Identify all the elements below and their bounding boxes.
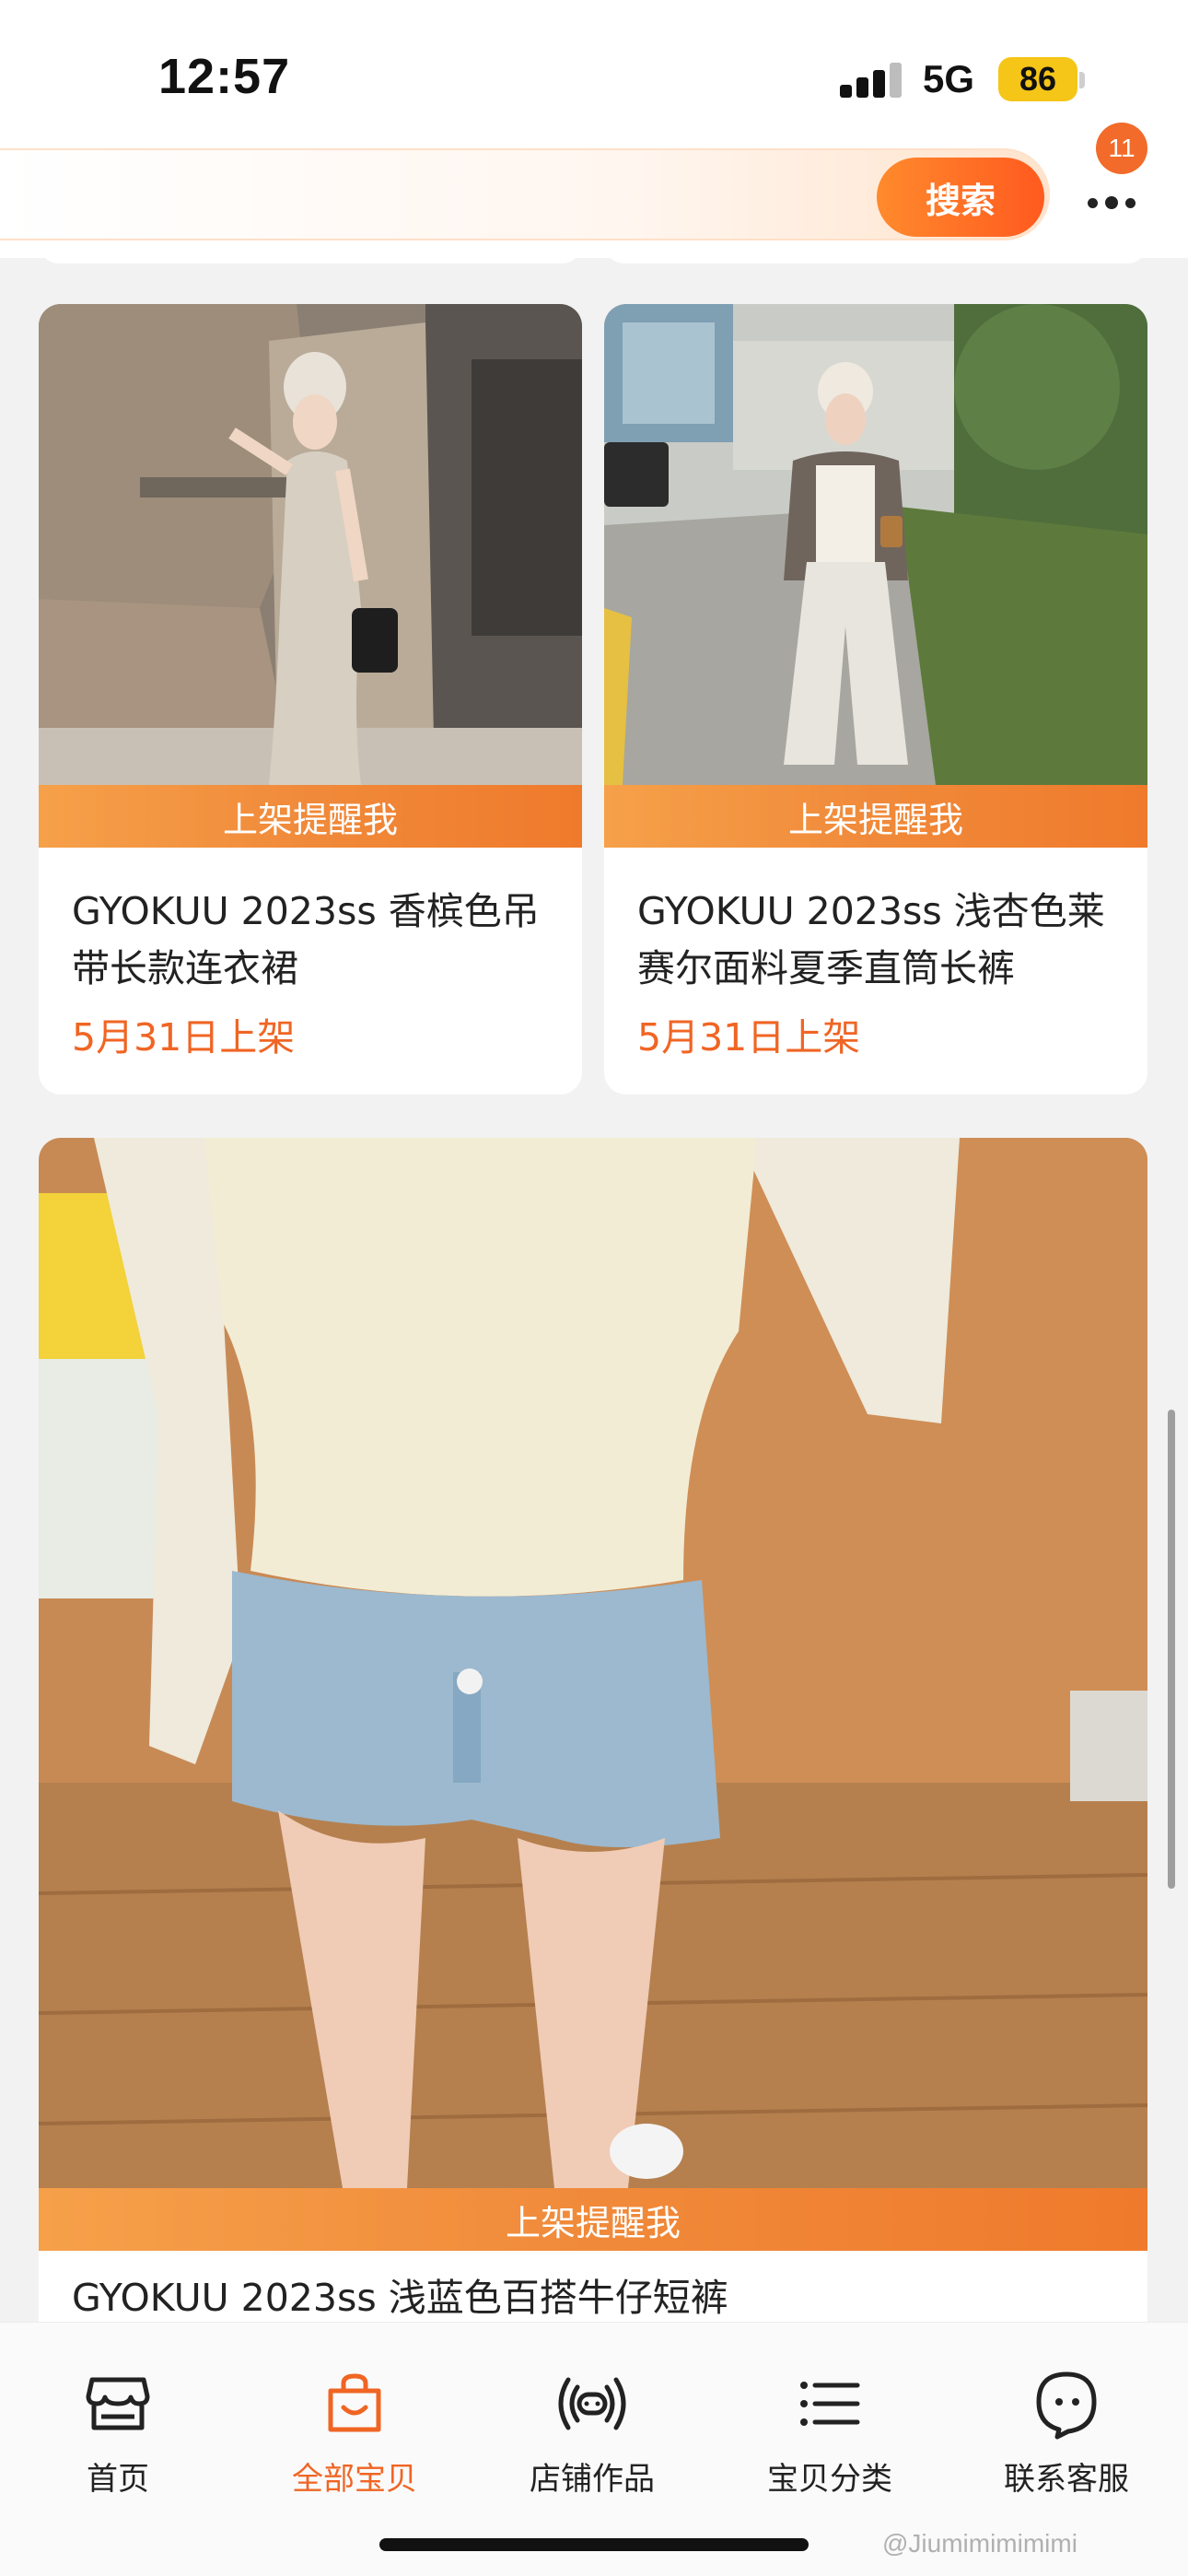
status-time: 12:57 (158, 49, 291, 104)
search-button[interactable]: 搜索 (877, 158, 1044, 237)
release-date: 5月31日上架 (72, 1015, 296, 1060)
product-title[interactable]: GYOKUU 2023ss 浅蓝色百搭牛仔短裤 (72, 2269, 1120, 2322)
trousers-photo (604, 304, 1147, 785)
nav-label: 首页 (87, 2461, 149, 2498)
list-icon (800, 2382, 860, 2426)
nav-item-customer-service[interactable]: 联系客服 (974, 2367, 1159, 2505)
release-date: 5月31日上架 (637, 1015, 861, 1060)
product-image[interactable] (604, 304, 1147, 785)
search-header: 搜索 (0, 143, 1188, 258)
previous-card-edge (39, 258, 582, 263)
dot-icon (1088, 197, 1098, 208)
shopping-bag-icon (328, 2373, 381, 2432)
scrollbar[interactable] (1168, 1410, 1175, 1889)
nav-item-categories[interactable]: 宝贝分类 (738, 2367, 922, 2505)
previous-card-edge (604, 258, 1147, 263)
nav-item-home[interactable]: 首页 (26, 2367, 210, 2505)
product-image[interactable] (39, 1138, 1147, 2188)
battery-indicator: 86 (998, 57, 1077, 101)
nav-label: 全部宝贝 (292, 2461, 417, 2498)
battery-cap (1079, 72, 1085, 88)
home-indicator[interactable] (379, 2538, 809, 2551)
search-input[interactable] (28, 170, 856, 222)
status-bar: 12:57 5G 86 (0, 0, 1188, 147)
product-title[interactable]: GYOKUU 2023ss 香槟色吊带长款连衣裙 (72, 883, 554, 997)
product-feed[interactable]: 上架提醒我 GYOKUU 2023ss 香槟色吊带长款连衣裙 5月31日上架 上… (0, 258, 1188, 2322)
nav-item-shop-works[interactable]: 店铺作品 (500, 2367, 684, 2505)
restock-reminder-button[interactable]: 上架提醒我 (604, 785, 1147, 848)
product-card[interactable]: 上架提醒我 GYOKUU 2023ss 浅杏色莱赛尔面料夏季直筒长裤 5月31日… (604, 304, 1147, 1095)
nav-label: 联系客服 (1004, 2461, 1129, 2498)
dress-photo (39, 304, 582, 785)
nav-label: 店铺作品 (530, 2461, 655, 2498)
network-type: 5G (923, 57, 975, 100)
app-screen: 12:57 5G 86 搜索 11 上架提醒我 GYOKUU 2023ss 香槟… (0, 0, 1188, 2576)
product-card-large[interactable]: 上架提醒我 GYOKUU 2023ss 浅蓝色百搭牛仔短裤 (39, 1138, 1147, 2322)
notification-badge: 11 (1096, 123, 1147, 174)
store-icon (86, 2377, 150, 2430)
watermark: @Jiumimimimimi (882, 2529, 1077, 2558)
broadcast-icon (558, 2377, 626, 2430)
nav-item-all-items[interactable]: 全部宝贝 (262, 2367, 447, 2505)
search-box: 搜索 (0, 148, 1050, 240)
product-image[interactable] (39, 304, 582, 785)
nav-label: 宝贝分类 (767, 2461, 892, 2498)
more-menu-button[interactable] (1070, 180, 1153, 226)
product-title[interactable]: GYOKUU 2023ss 浅杏色莱赛尔面料夏季直筒长裤 (637, 883, 1120, 997)
signal-strength-icon (840, 61, 904, 98)
product-card[interactable]: 上架提醒我 GYOKUU 2023ss 香槟色吊带长款连衣裙 5月31日上架 (39, 304, 582, 1095)
chat-face-icon (1036, 2371, 1097, 2440)
dot-icon (1125, 197, 1136, 208)
dot-icon (1105, 196, 1118, 209)
restock-reminder-button[interactable]: 上架提醒我 (39, 2188, 1147, 2251)
restock-reminder-button[interactable]: 上架提醒我 (39, 785, 582, 848)
denim-shorts-photo (39, 1138, 1147, 2188)
